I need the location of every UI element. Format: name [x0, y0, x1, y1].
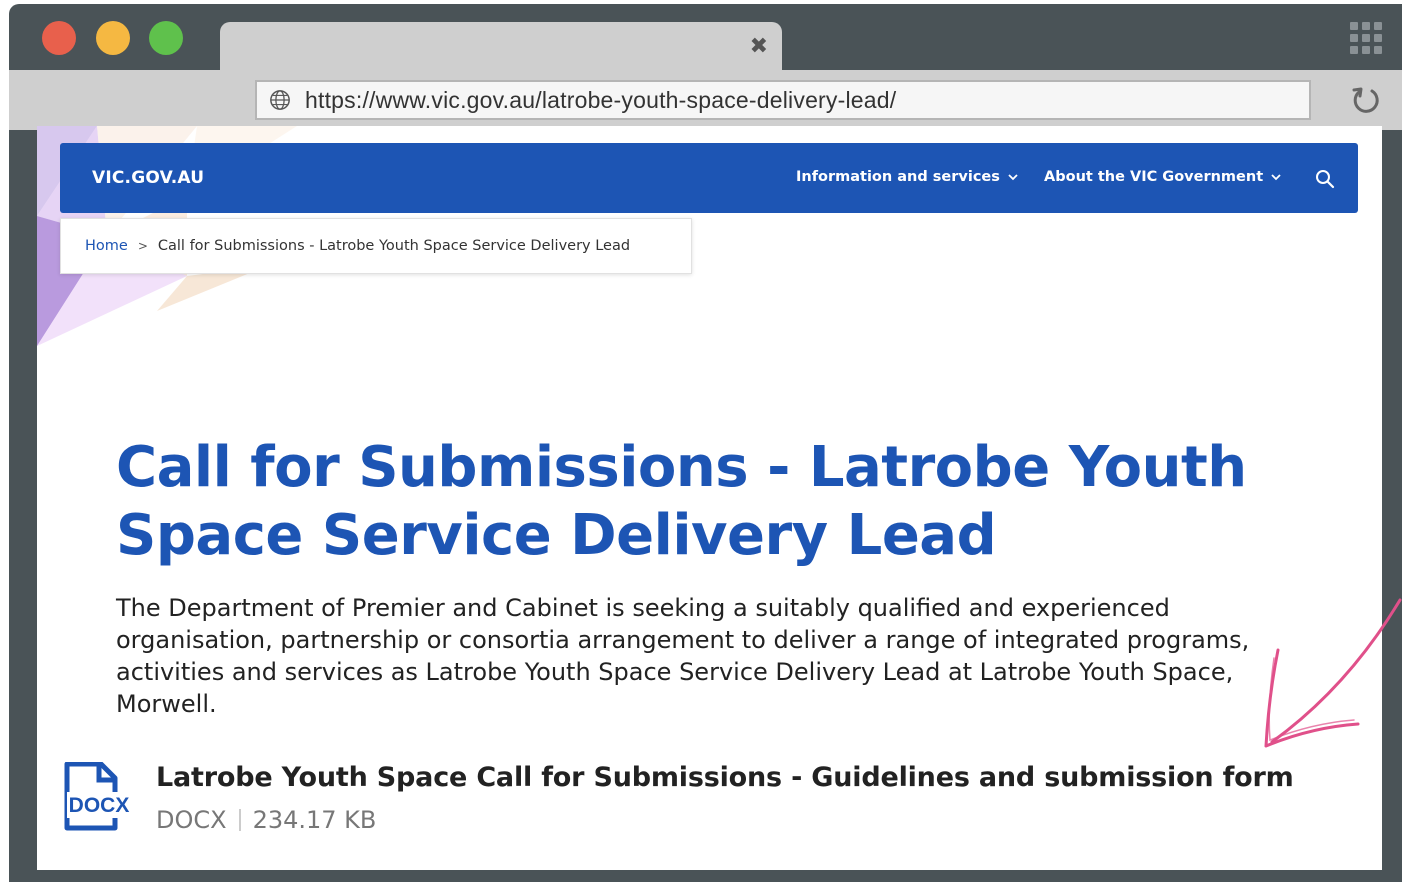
- close-window-button[interactable]: [42, 21, 76, 55]
- meta-divider: [238, 809, 241, 831]
- docx-file-icon[interactable]: DOCX: [61, 762, 133, 834]
- nav-about-the-vic-government[interactable]: About the VIC Government: [1044, 169, 1281, 185]
- browser-tab[interactable]: ✖: [220, 22, 782, 74]
- document-download-link[interactable]: Latrobe Youth Space Call for Submissions…: [156, 762, 1371, 793]
- site-header: VIC.GOV.AU Information and services Abou…: [60, 143, 1358, 213]
- address-bar[interactable]: https://www.vic.gov.au/latrobe-youth-spa…: [255, 80, 1311, 120]
- site-logo[interactable]: VIC.GOV.AU: [92, 168, 204, 188]
- breadcrumb-separator: >: [137, 239, 148, 253]
- tab-close-icon[interactable]: ✖: [750, 32, 768, 62]
- nav-information-and-services[interactable]: Information and services: [796, 169, 1018, 185]
- document-size: 234.17 KB: [252, 806, 377, 834]
- document-type: DOCX: [156, 806, 227, 834]
- browser-toolbar: https://www.vic.gov.au/latrobe-youth-spa…: [9, 70, 1402, 130]
- page-title: Call for Submissions - Latrobe Youth Spa…: [116, 435, 1247, 568]
- page-intro: The Department of Premier and Cabinet is…: [116, 594, 1250, 718]
- nav-label: Information and services: [796, 169, 1000, 185]
- breadcrumb-home-link[interactable]: Home: [85, 238, 128, 254]
- search-icon[interactable]: [1314, 168, 1336, 190]
- breadcrumb-current: Call for Submissions - Latrobe Youth Spa…: [157, 238, 631, 254]
- breadcrumb: Home > Call for Submissions - Latrobe Yo…: [60, 218, 692, 274]
- minimize-window-button[interactable]: [96, 21, 130, 55]
- page-viewport: VIC.GOV.AU Information and services Abou…: [37, 126, 1382, 870]
- url-text: https://www.vic.gov.au/latrobe-youth-spa…: [305, 86, 897, 113]
- globe-icon: [270, 90, 290, 110]
- nav-label: About the VIC Government: [1044, 169, 1264, 185]
- docx-icon-label: DOCX: [69, 794, 130, 817]
- chevron-down-icon: [1008, 174, 1018, 181]
- maximize-window-button[interactable]: [149, 21, 183, 55]
- chevron-down-icon: [1271, 174, 1281, 181]
- reload-icon[interactable]: [1350, 84, 1382, 116]
- document-meta: DOCX 234.17 KB: [156, 806, 376, 834]
- apps-grid-icon[interactable]: [1350, 22, 1382, 54]
